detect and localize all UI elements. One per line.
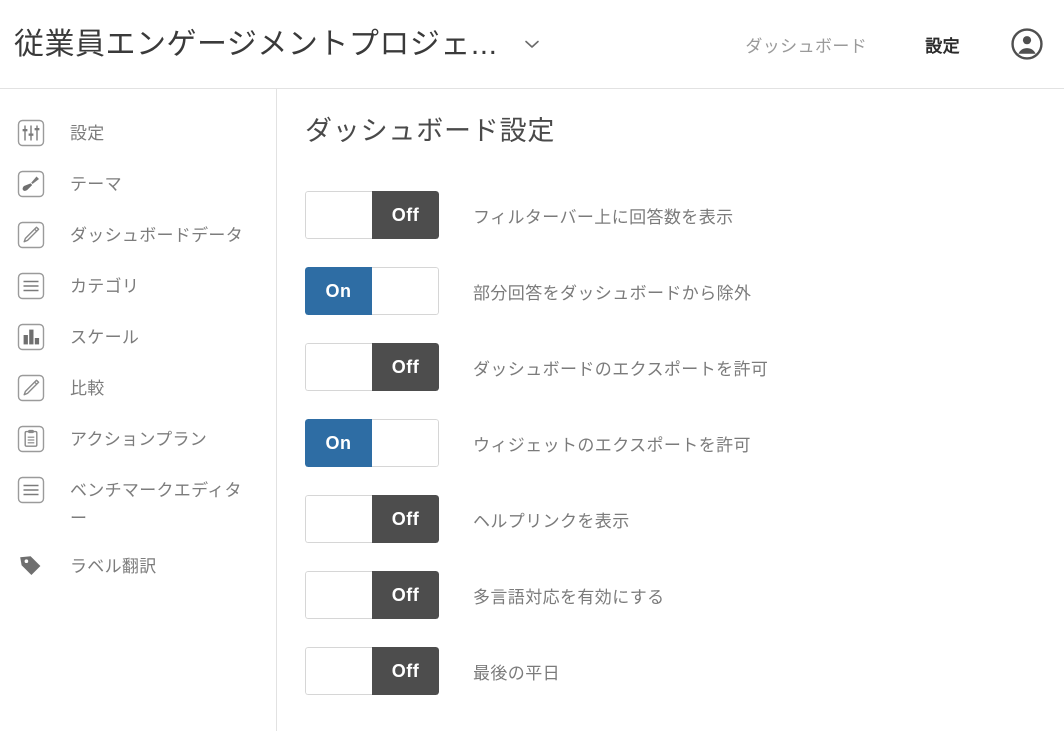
setting-row: Off 多言語対応を有効にする <box>305 557 1064 633</box>
toggle-knob <box>305 495 372 544</box>
sidebar: 設定 テーマ ダッシュボードデータ カテゴリ スケール 比較 アクションプラン … <box>0 89 277 731</box>
chevron-down-icon[interactable] <box>519 31 545 57</box>
setting-row: On 部分回答をダッシュボードから除外 <box>305 253 1064 329</box>
setting-row: Off ダッシュボードのエクスポートを許可 <box>305 329 1064 405</box>
toggle-state-label: On <box>305 267 372 316</box>
tag-icon <box>14 549 48 583</box>
toggle-knob <box>305 571 372 620</box>
toggle-state-label: On <box>305 419 372 468</box>
sidebar-item-label: 比較 <box>70 379 105 398</box>
app-header: 従業員エンゲージメントプロジェ... ダッシュボード 設定 <box>0 0 1064 89</box>
app-root: 従業員エンゲージメントプロジェ... ダッシュボード 設定 設定 テーマ ダッシ… <box>0 0 1064 731</box>
setting-row: Off 最後の平日 <box>305 633 1064 709</box>
pencil-icon <box>14 218 48 252</box>
toggle-enable-multilingual-support[interactable]: Off <box>305 571 439 620</box>
toggle-exclude-partial-responses[interactable]: On <box>305 267 439 316</box>
sidebar-item-action-plan[interactable]: アクションプラン <box>0 413 276 464</box>
sidebar-item-label-translation[interactable]: ラベル翻訳 <box>0 540 276 591</box>
bar-chart-icon <box>14 320 48 354</box>
project-title-group: 従業員エンゲージメントプロジェ... <box>14 28 545 61</box>
toggle-last-weekday[interactable]: Off <box>305 647 439 696</box>
header-nav: ダッシュボード 設定 <box>731 25 1046 63</box>
sidebar-item-label: カテゴリ <box>70 277 140 296</box>
sidebar-item-label: テーマ <box>70 175 122 194</box>
sidebar-item-comparison[interactable]: 比較 <box>0 362 276 413</box>
toggle-show-help-link[interactable]: Off <box>305 495 439 544</box>
sidebar-item-label: ダッシュボードデータ <box>70 226 243 245</box>
clipboard-icon <box>14 422 48 456</box>
setting-label: 最後の平日 <box>473 663 560 683</box>
main-content: ダッシュボード設定 Off フィルターバー上に回答数を表示 On 部分回答をダッ… <box>277 89 1064 731</box>
nav-item-dashboard[interactable]: ダッシュボード <box>731 26 881 63</box>
toggle-knob <box>305 191 372 240</box>
toggle-state-label: Off <box>372 343 439 392</box>
brush-icon <box>14 167 48 201</box>
sidebar-item-label: 設定 <box>70 124 105 143</box>
sidebar-item-label: アクションプラン <box>70 430 208 449</box>
toggle-knob <box>372 419 439 468</box>
sidebar-item-label: スケール <box>70 328 140 347</box>
toggle-show-response-count-on-filter-bar[interactable]: Off <box>305 191 439 240</box>
sidebar-item-label: ベンチマークエディター <box>70 481 242 528</box>
setting-row: On ウィジェットのエクスポートを許可 <box>305 405 1064 481</box>
sidebar-item-scale[interactable]: スケール <box>0 311 276 362</box>
toggle-allow-dashboard-export[interactable]: Off <box>305 343 439 392</box>
nav-item-settings[interactable]: 設定 <box>911 26 974 63</box>
toggle-knob <box>372 267 439 316</box>
pencil-icon <box>14 371 48 405</box>
toggle-state-label: Off <box>372 495 439 544</box>
toggle-knob <box>305 647 372 696</box>
toggle-state-label: Off <box>372 191 439 240</box>
app-body: 設定 テーマ ダッシュボードデータ カテゴリ スケール 比較 アクションプラン … <box>0 89 1064 731</box>
settings-list: Off フィルターバー上に回答数を表示 On 部分回答をダッシュボードから除外 … <box>305 177 1064 709</box>
toggle-allow-widget-export[interactable]: On <box>305 419 439 468</box>
setting-label: ダッシュボードのエクスポートを許可 <box>473 359 769 379</box>
sidebar-item-label: ラベル翻訳 <box>70 557 157 577</box>
sidebar-item-dashboard-data[interactable]: ダッシュボードデータ <box>0 209 276 260</box>
setting-row: Off ヘルプリンクを表示 <box>305 481 1064 557</box>
setting-label: フィルターバー上に回答数を表示 <box>473 207 734 227</box>
section-title: ダッシュボード設定 <box>305 116 556 146</box>
setting-label: ヘルプリンクを表示 <box>473 511 630 531</box>
list-icon <box>14 473 48 507</box>
account-circle-icon[interactable] <box>1008 25 1046 63</box>
toggle-knob <box>305 343 372 392</box>
sliders-icon <box>14 116 48 150</box>
toggle-state-label: Off <box>372 647 439 696</box>
setting-row: Off フィルターバー上に回答数を表示 <box>305 177 1064 253</box>
toggle-state-label: Off <box>372 571 439 620</box>
page-title: 従業員エンゲージメントプロジェ... <box>14 27 498 61</box>
sidebar-item-category[interactable]: カテゴリ <box>0 260 276 311</box>
setting-label: ウィジェットのエクスポートを許可 <box>473 435 751 455</box>
setting-label: 部分回答をダッシュボードから除外 <box>473 283 752 303</box>
sidebar-item-theme[interactable]: テーマ <box>0 158 276 209</box>
sidebar-item-benchmark-editor[interactable]: ベンチマークエディター <box>0 464 276 540</box>
list-icon <box>14 269 48 303</box>
setting-label: 多言語対応を有効にする <box>473 587 665 607</box>
sidebar-item-settings[interactable]: 設定 <box>0 107 276 158</box>
